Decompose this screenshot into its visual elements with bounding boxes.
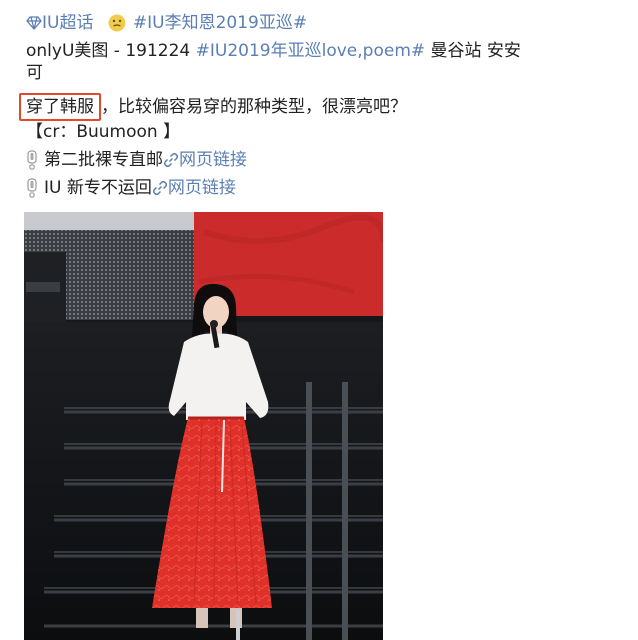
credit-text: 【cr：Buumoon 】 <box>26 122 181 142</box>
diamond-icon <box>26 16 42 30</box>
credit-line: 【cr：Buumoon 】 <box>26 121 180 143</box>
note1-line: 第二批裸专直邮 网页链接 <box>26 149 247 171</box>
author-text: onlyU美图 - 191224 <box>26 41 191 61</box>
web-link-1-label: 网页链接 <box>179 150 247 170</box>
post-body-line: 穿了韩服 ，比较偏容易穿的那种类型，很漂亮吧？ <box>19 93 407 121</box>
web-link-1[interactable]: 网页链接 <box>163 150 247 170</box>
highlighted-phrase: 穿了韩服 <box>19 93 101 121</box>
location-cont-line: 可 <box>26 62 43 84</box>
location-text: 曼谷站 安安 <box>430 41 521 61</box>
post-author-line: onlyU美图 - 191224 #IU2019年亚巡love,poem# 曼谷… <box>26 40 521 62</box>
hashtag-love-poem-link[interactable]: #IU2019年亚巡love,poem# <box>196 41 425 61</box>
note1-text: 第二批裸专直邮 <box>44 150 163 170</box>
supertopic-link[interactable]: IU超话 <box>26 13 99 33</box>
concert-stage-illustration <box>24 212 383 640</box>
web-link-2[interactable]: 网页链接 <box>152 178 236 198</box>
weibo-post: IU超话 #IU李知恩2019亚巡# onlyU美图 - 191224 #IU2… <box>0 0 638 640</box>
location-cont: 可 <box>26 63 43 83</box>
note2-line: IU 新专不运回 网页链接 <box>26 177 236 199</box>
link-icon <box>152 180 167 196</box>
link-icon <box>163 152 179 168</box>
exclamation-icon <box>27 178 37 198</box>
emoji-icon <box>108 14 126 32</box>
web-link-2-label: 网页链接 <box>167 178 236 198</box>
note2-text: IU 新专不运回 <box>44 178 152 198</box>
post-tags-line: IU超话 #IU李知恩2019亚巡# <box>26 12 307 34</box>
post-photo[interactable] <box>24 212 383 640</box>
hashtag-tour-link[interactable]: #IU李知恩2019亚巡# <box>133 13 307 33</box>
exclamation-icon <box>27 150 37 170</box>
supertopic-label: IU超话 <box>42 13 94 33</box>
body-rest: ，比较偏容易穿的那种类型，很漂亮吧？ <box>101 97 407 117</box>
